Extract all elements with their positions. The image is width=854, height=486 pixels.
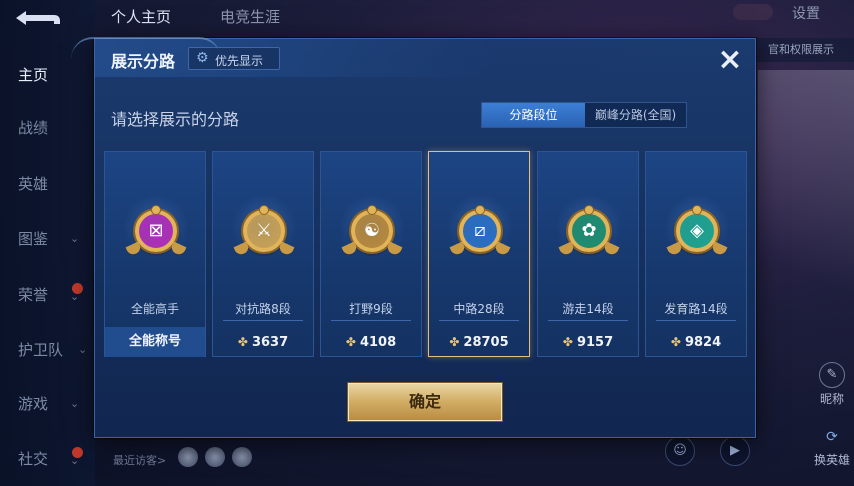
lane-score: 9157 xyxy=(576,335,614,350)
divider xyxy=(223,320,303,321)
sidebar-item-codex[interactable]: 图鉴 ⌄ xyxy=(0,224,95,254)
lane-footer: ✤ 9157 xyxy=(538,327,638,357)
farm-lane-badge-icon: ◈ xyxy=(666,205,728,257)
power-points-icon: ✤ xyxy=(562,335,573,349)
sidebar-item-label: 主页 xyxy=(18,66,49,84)
lane-card-all-round[interactable]: ⊠ 全能高手 全能称号 xyxy=(104,151,206,357)
lane-name: 打野9段 xyxy=(349,302,393,316)
hint-banner: 官和权限展示 xyxy=(740,38,854,62)
lane-type-toggle: 分路段位 巅峰分路(全国) xyxy=(481,102,687,128)
sidebar-item-honor[interactable]: 荣誉 ⌄ xyxy=(0,280,95,310)
tab-personal-home[interactable]: 个人主页 xyxy=(111,6,171,27)
lane-name: 发育路14段 xyxy=(664,302,728,316)
dialog-title: 展示分路 xyxy=(111,52,176,71)
lane-name: 游走14段 xyxy=(562,302,614,316)
clash-lane-badge-icon: ⚔ xyxy=(233,205,295,257)
back-arrow-icon[interactable] xyxy=(14,8,62,28)
play-icon[interactable]: ▶ xyxy=(720,436,750,466)
lane-display-dialog: 展示分路 ⚙ 优先显示 × 请选择展示的分路 分路段位 巅峰分路(全国) ⊠ 全… xyxy=(71,37,756,438)
divider xyxy=(656,320,736,321)
sidebar-item-label: 战绩 xyxy=(18,119,49,137)
sidebar-item-games[interactable]: 游戏 ⌄ xyxy=(0,389,95,419)
vip-badge xyxy=(733,4,773,20)
divider xyxy=(439,320,519,321)
lane-card-roam[interactable]: ✿ 游走14段 ✤ 9157 xyxy=(537,151,639,357)
hero-artwork xyxy=(758,70,854,410)
visitor-avatar[interactable] xyxy=(232,447,252,467)
sidebar-item-social[interactable]: 社交 ⌄ xyxy=(0,444,95,474)
lane-footer: 全能称号 xyxy=(105,327,205,357)
sidebar-item-label: 社交 xyxy=(18,450,49,468)
lane-score: 9824 xyxy=(684,335,722,350)
mid-lane-badge-icon: ⧄ xyxy=(449,205,511,257)
divider xyxy=(331,320,411,321)
chevron-down-icon: ⌄ xyxy=(70,290,80,303)
swap-icon: ⟳ xyxy=(826,429,838,445)
sidebar-item-home[interactable]: 主页 xyxy=(0,60,95,90)
confirm-button[interactable]: 确定 xyxy=(348,383,502,421)
power-points-icon: ✤ xyxy=(345,335,356,349)
lane-name: 对抗路8段 xyxy=(235,302,291,316)
lane-score: 3637 xyxy=(251,335,289,350)
swap-hero-label: 换英雄 xyxy=(813,453,850,467)
chevron-down-icon: ⌄ xyxy=(70,454,80,467)
dialog-subtitle: 请选择展示的分路 xyxy=(111,110,240,129)
lane-name: 全能高手 xyxy=(130,302,179,316)
lane-title-text: 全能称号 xyxy=(128,334,181,349)
toggle-peak-lane[interactable]: 巅峰分路(全国) xyxy=(585,103,686,127)
rename-button[interactable]: ✎ 昵称 xyxy=(812,362,852,407)
lane-footer: ✤ 3637 xyxy=(213,327,313,357)
sidebar-item-label: 荣誉 xyxy=(18,286,49,304)
edit-icon: ✎ xyxy=(819,362,845,388)
lane-score: 4108 xyxy=(359,335,397,350)
sidebar-item-label: 英雄 xyxy=(18,175,49,193)
sidebar-item-label: 图鉴 xyxy=(18,230,49,248)
lane-name: 中路28段 xyxy=(453,302,505,316)
divider xyxy=(548,320,628,321)
lane-footer: ✤ 28705 xyxy=(429,327,529,357)
chevron-down-icon: ⌄ xyxy=(78,343,88,356)
settings-button[interactable]: 设置 xyxy=(792,3,820,23)
power-points-icon: ✤ xyxy=(670,335,681,349)
lane-card-mid[interactable]: ⧄ 中路28段 ✤ 28705 xyxy=(428,151,530,357)
close-icon[interactable]: × xyxy=(715,45,745,76)
priority-display-button[interactable]: ⚙ 优先显示 xyxy=(188,47,280,70)
figure-icon[interactable]: ☺ xyxy=(665,436,695,466)
power-points-icon: ✤ xyxy=(449,335,460,349)
lane-footer: ✤ 4108 xyxy=(321,327,421,357)
sidebar-item-label: 护卫队 xyxy=(18,341,64,359)
sidebar-item-records[interactable]: 战绩 xyxy=(0,113,95,143)
chevron-down-icon: ⌄ xyxy=(70,397,80,410)
all-round-badge-icon: ⊠ xyxy=(125,205,187,257)
roam-badge-icon: ✿ xyxy=(558,205,620,257)
rename-label: 昵称 xyxy=(819,392,844,406)
gear-icon: ⚙ xyxy=(196,50,209,66)
chevron-down-icon: ⌄ xyxy=(70,232,80,245)
power-points-icon: ✤ xyxy=(237,335,248,349)
top-tabs: 个人主页 电竞生涯 xyxy=(95,0,495,36)
sidebar-item-guard[interactable]: 护卫队 ⌄ xyxy=(0,335,95,365)
tab-esports-career[interactable]: 电竞生涯 xyxy=(220,6,280,27)
lane-card-clash[interactable]: ⚔ 对抗路8段 ✤ 3637 xyxy=(212,151,314,357)
recent-visitors-link[interactable]: 最近访客> xyxy=(113,452,166,468)
side-navigation: 主页 战绩 英雄 图鉴 ⌄ 荣誉 ⌄ 护卫队 ⌄ 游戏 ⌄ 社交 ⌄ xyxy=(0,0,95,486)
visitor-avatar[interactable] xyxy=(178,447,198,467)
lane-score: 28705 xyxy=(463,335,509,350)
priority-display-label: 优先显示 xyxy=(215,54,264,68)
lane-card-jungle[interactable]: ☯ 打野9段 ✤ 4108 xyxy=(320,151,422,357)
lane-card-farm[interactable]: ◈ 发育路14段 ✤ 9824 xyxy=(645,151,747,357)
sidebar-item-label: 游戏 xyxy=(18,395,49,413)
lane-footer: ✤ 9824 xyxy=(646,327,746,357)
jungle-badge-icon: ☯ xyxy=(341,205,403,257)
toggle-lane-rank[interactable]: 分路段位 xyxy=(482,103,585,127)
sidebar-item-heroes[interactable]: 英雄 xyxy=(0,169,95,199)
swap-hero-button[interactable]: ⟳ 换英雄 xyxy=(810,425,854,468)
visitor-avatar[interactable] xyxy=(205,447,225,467)
